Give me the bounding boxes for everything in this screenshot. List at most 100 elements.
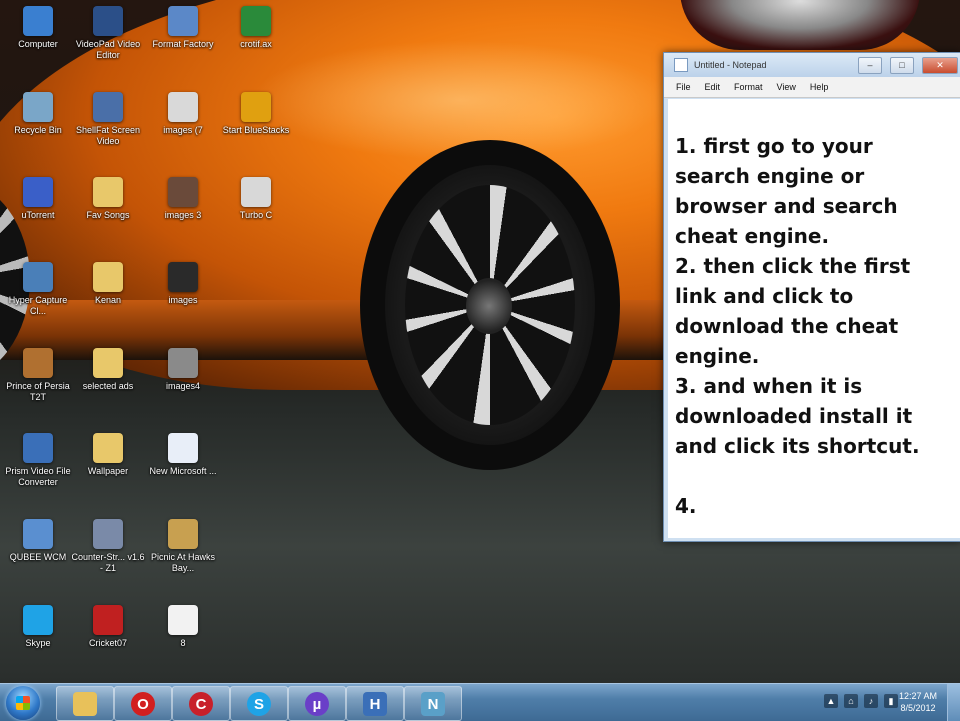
show-desktop-button[interactable] <box>947 684 960 721</box>
desktop-icon-label: Prism Video File Converter <box>5 466 71 487</box>
taskbar-button-skype[interactable]: S <box>230 686 288 721</box>
floppy-disk-icon: H <box>363 692 387 716</box>
notepad-icon <box>674 58 688 72</box>
desktop-icon-label: Turbo C <box>239 210 273 220</box>
clock-time: 12:27 AM <box>898 691 938 701</box>
menu-edit[interactable]: Edit <box>705 82 721 92</box>
desktop-icon-label: images (7 <box>163 125 203 135</box>
folder-icon <box>73 692 97 716</box>
desktop-icon-label: Kenan <box>94 295 122 305</box>
menu-format[interactable]: Format <box>734 82 763 92</box>
taskbar-clock[interactable]: 12:27 AM 8/5/2012 <box>892 690 944 714</box>
desktop-icon-label: crotif.ax <box>240 39 272 49</box>
notepad-text-line: engine. <box>675 344 760 368</box>
desktop-icon[interactable]: Picnic At Hawks Bay... <box>145 519 221 574</box>
desktop-icon[interactable]: Format Factory <box>145 6 221 50</box>
desktop-icon-label: New Microsoft ... <box>149 466 217 476</box>
skype-icon: S <box>247 692 271 716</box>
close-button[interactable]: ✕ <box>922 56 958 74</box>
desktop-icon-label: Format Factory <box>152 39 214 49</box>
desktop-icon[interactable]: uTorrent <box>0 177 76 221</box>
desktop-icon[interactable]: Wallpaper <box>70 433 146 477</box>
qubee-icon <box>23 519 53 549</box>
desktop-icon[interactable]: Prism Video File Converter <box>0 433 76 488</box>
document-icon <box>168 433 198 463</box>
folder-icon <box>93 348 123 378</box>
taskbar-button-save[interactable]: H <box>346 686 404 721</box>
maximize-button[interactable]: □ <box>890 56 914 74</box>
desktop-icon-label: 8 <box>180 638 186 648</box>
desktop-icon-label: Prince of Persia T2T <box>6 381 70 402</box>
taskbar-button-explorer[interactable] <box>56 686 114 721</box>
desktop-icon[interactable]: Recycle Bin <box>0 92 76 136</box>
taskbar-button-cricket[interactable]: C <box>172 686 230 721</box>
desktop-icon[interactable]: Turbo C <box>218 177 294 221</box>
desktop-icon-label: ShellFat Screen Video <box>75 125 141 146</box>
desktop-icon-label: Wallpaper <box>87 466 129 476</box>
folder-icon <box>93 262 123 292</box>
menu-help[interactable]: Help <box>810 82 829 92</box>
windows-logo-icon <box>16 696 30 710</box>
desktop-icon-label: images 3 <box>164 210 202 220</box>
desktop-icon-label: Fav Songs <box>86 210 130 220</box>
desktop-icon[interactable]: Fav Songs <box>70 177 146 221</box>
notepad-window[interactable]: Untitled - Notepad – □ ✕ File Edit Forma… <box>663 52 960 542</box>
show-hidden-icons-icon[interactable]: ▲ <box>824 694 838 708</box>
menu-view[interactable]: View <box>777 82 796 92</box>
notepad-title-bar[interactable]: Untitled - Notepad – □ ✕ <box>664 53 960 77</box>
desktop-icon[interactable]: ShellFat Screen Video <box>70 92 146 147</box>
minimize-button[interactable]: – <box>858 56 882 74</box>
desktop-icon[interactable]: images 3 <box>145 177 221 221</box>
taskbar-button-opera[interactable]: O <box>114 686 172 721</box>
desktop-icon[interactable]: images <box>145 262 221 306</box>
desktop-icon-label: Picnic At Hawks Bay... <box>150 552 216 573</box>
network-icon[interactable]: ⌂ <box>844 694 858 708</box>
desktop-icon[interactable]: Counter-Str... v1.6 - Z1 <box>70 519 146 574</box>
notepad-icon: N <box>421 692 445 716</box>
desktop-icon[interactable]: images (7 <box>145 92 221 136</box>
desktop-icon[interactable]: images4 <box>145 348 221 392</box>
desktop-icon-label: Computer <box>18 39 58 49</box>
menu-file[interactable]: File <box>676 82 691 92</box>
notepad-title: Untitled - Notepad <box>694 60 767 70</box>
image-file-icon <box>168 348 198 378</box>
desktop-icon-label: Counter-Str... v1.6 - Z1 <box>71 552 145 573</box>
desktop-icon[interactable]: Start BlueStacks <box>218 92 294 136</box>
taskbar-button-notepad[interactable]: N <box>404 686 462 721</box>
floppy-disk-icon <box>23 262 53 292</box>
desktop-icon-label: Start BlueStacks <box>222 125 290 135</box>
image-file-icon <box>168 92 198 122</box>
notepad-text-area[interactable]: 1. first go to your search engine or brows… <box>668 99 960 538</box>
desktop-icon[interactable]: Skype <box>0 605 76 649</box>
desktop-icon[interactable]: Cricket07 <box>70 605 146 649</box>
desktop-icon-label: selected ads <box>82 381 134 391</box>
desktop-icon-label: uTorrent <box>21 210 55 220</box>
volume-icon[interactable]: ♪ <box>864 694 878 708</box>
notepad-text-line: 4. <box>675 494 697 518</box>
notepad-menu-bar: File Edit Format View Help <box>664 77 960 98</box>
desktop-icon[interactable]: Kenan <box>70 262 146 306</box>
image-file-icon <box>168 177 198 207</box>
taskbar: O C Sµ H N ▲ ⌂ ♪ ▮ 12:27 AM 8/5/2012 <box>0 683 960 721</box>
system-tray: ▲ ⌂ ♪ ▮ <box>824 694 898 708</box>
desktop-icon[interactable]: New Microsoft ... <box>145 433 221 477</box>
desktop-icon-label: Hyper Capture Cl... <box>8 295 68 316</box>
desktop-icon[interactable]: QUBEE WCM <box>0 519 76 563</box>
desktop-icon[interactable]: VideoPad Video Editor <box>70 6 146 61</box>
video-converter-icon <box>23 433 53 463</box>
notepad-text-line <box>675 461 955 491</box>
taskbar-button-utorrent[interactable]: µ <box>288 686 346 721</box>
desktop-icon[interactable]: Computer <box>0 6 76 50</box>
start-button[interactable] <box>6 686 40 720</box>
blank-file-icon <box>168 605 198 635</box>
game-icon <box>23 348 53 378</box>
desktop-icon[interactable]: 8 <box>145 605 221 649</box>
screen-video-icon <box>93 92 123 122</box>
desktop-icon[interactable]: crotif.ax <box>218 6 294 50</box>
desktop-icon-label: images4 <box>165 381 201 391</box>
desktop-icon[interactable]: Prince of Persia T2T <box>0 348 76 403</box>
desktop-icon[interactable]: Hyper Capture Cl... <box>0 262 76 317</box>
desktop-icon[interactable]: selected ads <box>70 348 146 392</box>
bluestacks-icon <box>241 92 271 122</box>
opera-icon: O <box>131 692 155 716</box>
